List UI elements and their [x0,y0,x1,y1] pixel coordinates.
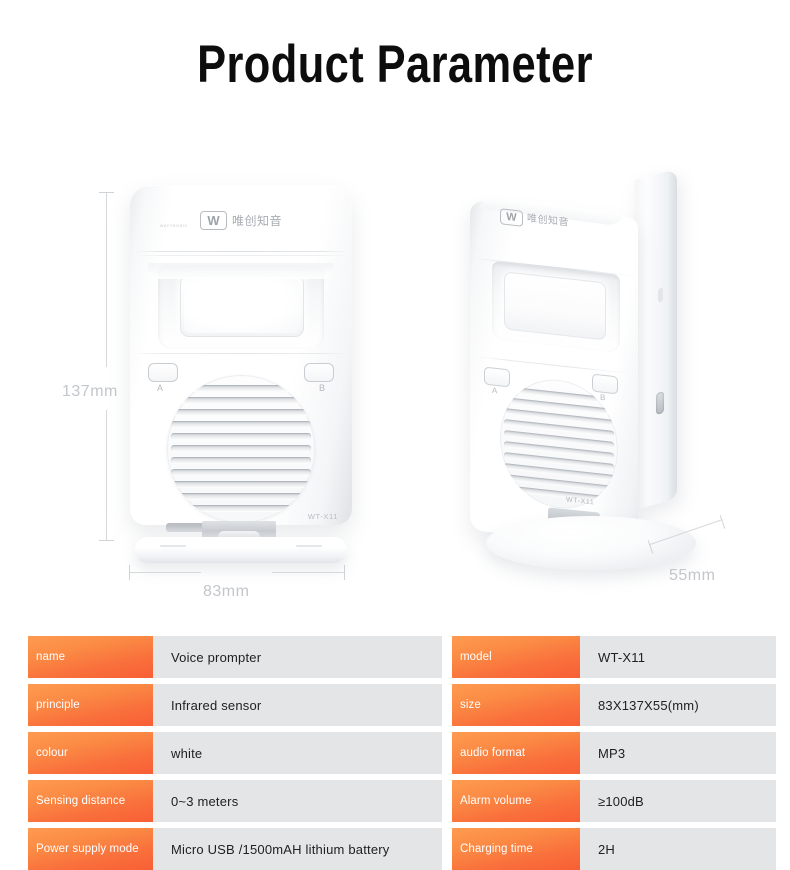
width-dimension-label: 83mm [203,583,250,600]
height-dimension-line [106,410,107,540]
spec-column-left: name Voice prompter principle Infrared sens… [28,636,442,870]
brand-logo-front: W 唯创知音 WAYTRONIC [130,211,352,230]
spec-row: name Voice prompter [28,636,442,678]
spec-key: Alarm volume [452,780,580,822]
spec-value: WT-X11 [580,636,776,678]
button-a-label: A [492,385,498,396]
spec-row: Power supply mode Micro USB /1500mAH lith… [28,828,442,870]
model-imprint-front: WT-X11 [307,512,338,521]
speaker-slot [171,493,311,500]
brand-mark-icon: W [199,211,227,230]
brand-name-cn: 唯创知音 [231,213,282,228]
spec-value: 0~3 meters [153,780,442,822]
product-image-stage: W 唯创知音 WAYTRONIC A B WT-X11 W 唯创知音 A WT-… [0,150,790,620]
spec-value: MP3 [580,732,776,774]
page-title: Product Parameter [197,35,593,94]
spec-key: model [452,636,580,678]
brand-name-cn: 唯创知音 [527,213,569,229]
side-vent [658,287,663,303]
button-b [304,363,334,382]
button-a [484,366,510,388]
spec-value: Micro USB /1500mAH lithium battery [153,828,442,870]
spec-key: size [452,684,580,726]
stand-base-notch [296,545,322,547]
width-dimension-line [129,572,201,573]
device-side-panel [635,168,677,510]
spec-value: 83X137X55(mm) [580,684,776,726]
brand-mark-icon: W [500,208,523,227]
brand-name-latin: WAYTRONIC [160,224,188,228]
spec-key: colour [28,732,153,774]
shell-seam [134,251,348,252]
speaker-grille-front [167,375,315,523]
speaker-slot [171,457,311,464]
spec-row: audio format MP3 [452,732,776,774]
spec-row: principle Infrared sensor [28,684,442,726]
spec-value: Infrared sensor [153,684,442,726]
spec-row: Charging time 2H [452,828,776,870]
speaker-slot [171,409,311,416]
spec-row: Sensing distance 0~3 meters [28,780,442,822]
height-dimension-line [106,192,107,367]
pir-lens-bezel [504,271,606,341]
spec-row: Alarm volume ≥100dB [452,780,776,822]
pir-sensor-housing-angled [492,261,620,353]
pir-lens-bezel [180,275,304,337]
speaker-slot [171,421,311,428]
speaker-slot [171,481,311,488]
dimension-tick [129,565,130,580]
spec-key: name [28,636,153,678]
speaker-slot [171,469,311,476]
dimension-tick [99,540,114,541]
pir-lens [184,279,300,333]
dimension-tick [99,192,114,193]
button-a-label: A [157,383,164,393]
spec-row: colour white [28,732,442,774]
spec-key: Sensing distance [28,780,153,822]
spec-value: ≥100dB [580,780,776,822]
spec-key: audio format [452,732,580,774]
product-front-view: W 唯创知音 WAYTRONIC A B WT-X11 [130,185,352,563]
spec-row: size 83X137X55(mm) [452,684,776,726]
button-b [592,373,618,395]
stand-base-notch [160,545,186,547]
pir-housing-skirt [148,263,334,279]
spec-key: Charging time [452,828,580,870]
button-b-label: B [318,383,325,393]
shell-seam [134,255,348,256]
spec-key: principle [28,684,153,726]
stand-base-angled [486,516,696,570]
speaker-slot [171,397,311,404]
usb-port-icon [656,390,664,416]
product-angled-view: W 唯创知音 A B WT-X11 [470,168,700,570]
spec-value: Voice prompter [153,636,442,678]
speaker-slot [171,385,311,392]
depth-dimension-label: 55mm [669,567,716,584]
speaker-slot [171,433,311,440]
stand-base-front [135,537,347,563]
dimension-tick [344,565,345,580]
height-dimension-label: 137mm [62,383,118,400]
button-a [148,363,178,382]
width-dimension-line [272,572,344,573]
speaker-slot [171,445,311,452]
speaker-slot [171,505,311,512]
spec-value: white [153,732,442,774]
spec-value: 2H [580,828,776,870]
spec-key: Power supply mode [28,828,153,870]
spec-column-right: model WT-X11 size 83X137X55(mm) audio format… [452,636,776,870]
spec-row: model WT-X11 [452,636,776,678]
shell-seam [134,353,348,354]
